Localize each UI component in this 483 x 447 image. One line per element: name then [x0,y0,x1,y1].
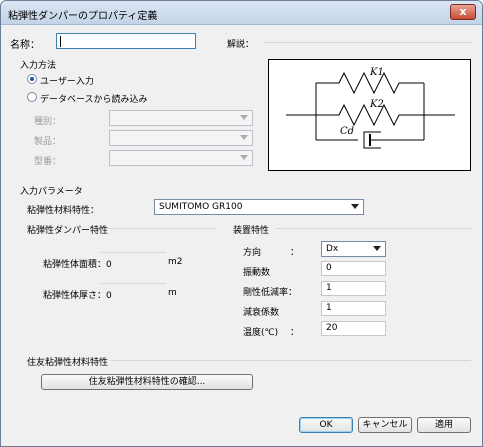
stiffness-value[interactable]: 1 [321,281,386,296]
input-params-title: 入力パラメータ [20,187,83,197]
cancel-button[interactable]: キャンセル [358,417,412,433]
text-cursor [60,36,61,47]
damping-label: 減衰係数 [243,308,280,318]
temperature-value[interactable]: 20 [321,321,386,336]
apply-button[interactable]: 適用 [417,417,471,433]
type-select[interactable] [109,110,253,126]
product-label: 製品： [34,137,62,147]
chevron-down-icon [373,246,381,251]
dialog-window: 粘弾性ダンパーのプロパティ定義 x 名称： 解説： 入力方法 ユーザー入力 デー… [0,0,483,447]
model-select[interactable] [109,150,253,166]
direction-select-value: Dx [326,244,339,254]
damper-props-separator [106,228,216,229]
input-method-title: 入力方法 [20,61,57,71]
name-label: 名称： [10,40,40,51]
thickness-field-line [101,283,166,284]
direction-select[interactable]: Dx [321,241,386,257]
area-label: 粘弾性体面積：0 [43,260,112,270]
material-select-value: SUMITOMO GR100 [159,202,243,212]
area-field-line [101,252,166,253]
sumitomo-title: 住友粘弾性材料特性 [27,358,109,368]
model-label: 型番： [34,157,62,167]
k1-label: K1 [370,67,384,78]
k2-label: K2 [370,99,384,110]
temperature-colon: ： [290,328,300,338]
chevron-down-icon [351,204,359,209]
damping-value[interactable]: 1 [321,301,386,316]
chevron-down-icon [240,155,248,160]
stiffness-label: 剛性低減率： [243,288,298,298]
direction-label: 方向 [243,248,262,258]
temperature-label: 温度(℃) [243,328,279,338]
window-title: 粘弾性ダンパーのプロパティ定義 [8,11,158,22]
material-label: 粘弾性材料特性： [27,206,100,216]
sumitomo-separator [111,360,471,361]
radio-user-input-label: ユーザー入力 [40,77,94,87]
explanation-separator [263,42,473,43]
damper-props-title: 粘弾性ダンパー特性 [27,226,109,236]
chevron-down-icon [240,115,248,120]
name-input[interactable] [56,33,196,49]
title-bar[interactable]: 粘弾性ダンパーのプロパティ定義 x [1,1,482,25]
radio-user-input[interactable] [27,74,37,84]
area-unit: m2 [168,257,183,267]
ok-button[interactable]: OK [299,417,353,433]
product-select[interactable] [109,130,253,146]
confirm-material-button[interactable]: 住友粘弾性材料特性の確認... [41,374,253,390]
device-props-title: 装置特性 [233,226,270,236]
thickness-unit: m [168,288,177,298]
frequency-label: 振動数 [243,268,271,278]
frequency-value[interactable]: 0 [321,261,386,276]
type-label: 種別： [34,117,62,127]
close-button[interactable]: x [450,4,476,20]
device-props-separator [276,228,471,229]
explanation-label: 解説： [227,40,255,50]
cd-label: Cd [340,126,355,137]
material-select[interactable]: SUMITOMO GR100 [154,199,364,215]
direction-colon: ： [290,248,300,258]
thickness-label: 粘弾性体厚さ：0 [43,291,112,301]
radio-database[interactable] [27,92,37,102]
damper-model-diagram: K1 K2 Cd [268,59,471,171]
chevron-down-icon [240,135,248,140]
radio-database-label: データベースから読み込み [40,95,148,105]
